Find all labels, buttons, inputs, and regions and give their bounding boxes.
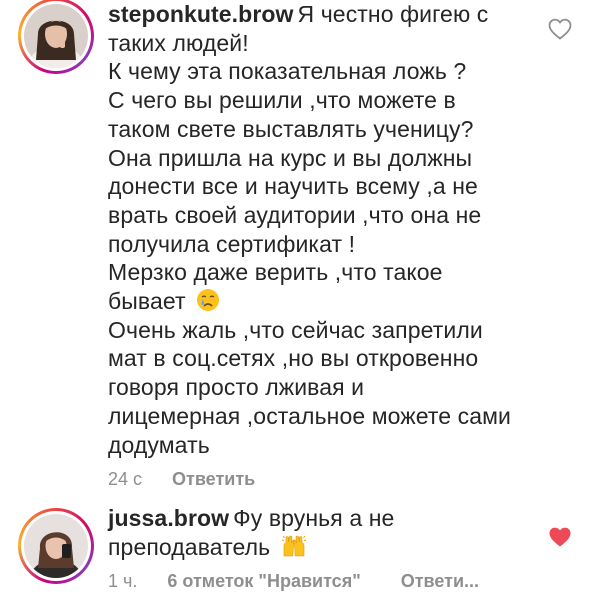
comment-line: Фу врунья а не [233, 505, 395, 531]
comment: steponkute.brow Я честно фигею с таких лю… [0, 0, 600, 489]
comment-text: steponkute.brow Я честно фигею с таких лю… [108, 0, 550, 459]
heart-icon[interactable] [548, 18, 572, 40]
comment-line: таких людей! [108, 29, 249, 56]
comment-line: Я честно фигею с [297, 1, 489, 27]
comment-line: бывает [108, 288, 186, 315]
comment-meta: 24 с Ответить [108, 469, 550, 490]
comment-time: 24 с [108, 469, 143, 490]
username[interactable]: jussa.brow [108, 505, 229, 531]
comment-line: мат в соц.сетях ,но вы откровенно [108, 345, 479, 372]
comment-text: jussa.brow Фу врунья а не преподаватель [108, 504, 550, 561]
comment-line: говоря просто лживая и [108, 374, 365, 401]
avatar[interactable] [18, 0, 94, 74]
avatar[interactable] [18, 508, 94, 584]
comment-line: Она пришла на курс и вы должны [108, 144, 473, 171]
comment-line: таком свете выставлять ученицу? [108, 115, 474, 142]
comment-line: К чему эта показательная ложь ? [108, 58, 467, 85]
reply-button[interactable]: Ответи... [401, 571, 479, 592]
comment-line: Очень жаль ,что сейчас запретили [108, 316, 483, 343]
heart-icon-liked[interactable] [548, 526, 572, 548]
comment-time: 1 ч. [108, 571, 138, 592]
likes-count-link[interactable]: 6 отметок "Нравится" [167, 571, 360, 592]
comment-body: steponkute.brow Я честно фигею с таких лю… [108, 0, 550, 490]
comment-body: jussa.brow Фу врунья а не преподаватель 1… [108, 504, 550, 592]
comment-line: врать своей аудитории ,что она не [108, 201, 482, 228]
comment-line: лицемерная ,остальное можете сами [108, 402, 512, 429]
avatar-photo [24, 4, 88, 68]
raising-hands-icon [281, 535, 306, 557]
crying-face-icon [197, 289, 220, 312]
comments-screen: steponkute.brow Я честно фигею с таких лю… [0, 0, 600, 600]
username[interactable]: steponkute.brow [108, 1, 294, 27]
comment-line: Мерзко даже верить ,что такое [108, 259, 443, 286]
comment-line: С чего вы решили ,что можете в [108, 87, 456, 114]
comment-line: додумать [108, 431, 210, 458]
reply-button[interactable]: Ответить [172, 469, 255, 490]
avatar-photo [24, 514, 88, 578]
comment-line: получила сертификат ! [108, 230, 356, 257]
comment-line: преподаватель [108, 533, 271, 560]
comment-line: донести все и научить всему ,а не [108, 173, 478, 200]
comment: jussa.brow Фу врунья а не преподаватель 1… [0, 496, 600, 600]
comment-meta: 1 ч. 6 отметок "Нравится" Ответи... [108, 571, 550, 592]
